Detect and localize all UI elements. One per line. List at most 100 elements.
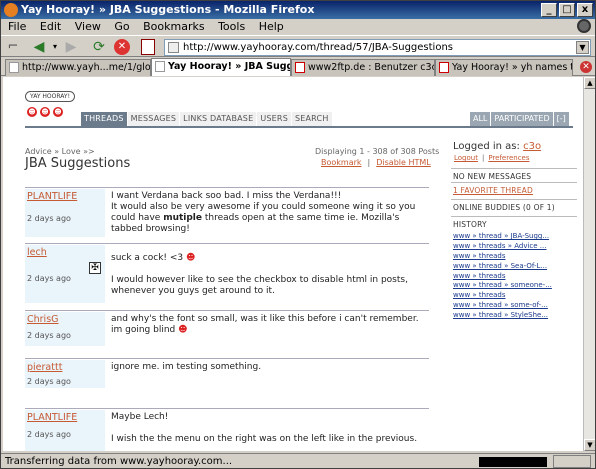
history-item[interactable]: www » threads [453, 291, 575, 301]
site-favicon-icon [168, 42, 179, 53]
url-bar[interactable]: http://www.yayhooray.com/thread/57/JBA-S… [164, 39, 591, 56]
new-tab-icon[interactable]: ⌐ [5, 39, 21, 55]
maximize-button[interactable]: □ [559, 3, 575, 17]
filter-all[interactable]: ALL [470, 112, 491, 126]
tab-label: www2ftp.de : Benutzer c3o verb... [308, 62, 434, 73]
page-icon [9, 62, 19, 73]
post-line: I would however like to see the checkbox… [111, 275, 408, 285]
avatar: ✠ [89, 262, 101, 274]
post-time: 2 days ago [27, 274, 71, 283]
post-author[interactable]: PLANTLIFE [27, 191, 77, 202]
history-item[interactable]: www » thread » someone-... [453, 281, 575, 291]
close-tab-icon[interactable]: ✕ [580, 61, 592, 73]
filter-participated[interactable]: PARTICIPATED [491, 112, 553, 126]
face-icon: ☻ [53, 107, 63, 117]
post-time: 2 days ago [27, 214, 71, 223]
post-line: Maybe Lech! [111, 412, 169, 422]
history-item[interactable]: www » thread » Sea-Of-L... [453, 262, 575, 272]
bookmark-link[interactable]: Bookmark [321, 158, 362, 167]
disable-html-link[interactable]: Disable HTML [376, 158, 430, 167]
stop-icon[interactable]: ✕ [114, 39, 130, 55]
page-icon [155, 61, 165, 72]
tab-yh-names[interactable]: Yay Hooray! » yh names to what... [435, 59, 573, 76]
url-text: http://www.yayhooray.com/thread/57/JBA-S… [183, 42, 453, 53]
post: pierattt 2 days ago ignore me. im testin… [25, 358, 429, 388]
history-item[interactable]: www » threads [453, 272, 575, 282]
tab-ftp[interactable]: www2ftp.de : Benutzer c3o verb... [291, 59, 435, 76]
tab-global-css[interactable]: http://www.yayh...me/1/global.css [5, 59, 151, 76]
post-line [111, 423, 427, 434]
vertical-scrollbar[interactable]: ▲ ▼ [583, 77, 595, 451]
close-button[interactable]: x [577, 3, 593, 17]
tab-bar: http://www.yayh...me/1/global.css Yay Ho… [1, 58, 595, 76]
nav-links-database[interactable]: LINKS DATABASE [180, 112, 257, 126]
throbber-icon [577, 19, 591, 33]
window-title: Yay Hooray! » JBA Suggestions - Mozilla … [21, 3, 315, 16]
post-time: 2 days ago [27, 377, 71, 386]
collapse-toggle[interactable]: [-] [553, 112, 569, 126]
username-link[interactable]: c3o [523, 141, 541, 152]
menu-edit[interactable]: Edit [40, 20, 61, 33]
status-cell [553, 455, 591, 468]
post-body: I want Verdana back soo bad. I miss the … [111, 191, 427, 235]
minimize-button[interactable]: _ [541, 3, 557, 17]
favorite-threads-link[interactable]: 1 FAVORITE THREAD [451, 182, 577, 198]
logout-link[interactable]: Logout [454, 154, 478, 162]
url-dropdown-icon[interactable]: ▼ [576, 41, 589, 54]
post-line: suck a cock! <3 ☻ [111, 253, 196, 263]
menu-tools[interactable]: Tools [218, 20, 245, 33]
post-author[interactable]: ChrisG [27, 314, 59, 325]
nav-search[interactable]: SEARCH [291, 112, 332, 126]
smiley-icon: ☻ [186, 253, 196, 263]
reload-icon[interactable]: ⟳ [91, 39, 107, 55]
page-icon [295, 62, 305, 73]
tab-jba-suggestions[interactable]: Yay Hooray! » JBA Suggestio... [151, 58, 291, 76]
menu-file[interactable]: File [8, 20, 26, 33]
tab-label: http://www.yayh...me/1/global.css [22, 62, 151, 73]
navigation-toolbar: ⌐ ◀ ▾ ▶ ⟳ ✕ http://www.yayhooray.com/thr… [1, 35, 595, 57]
post-line: im going blind ☻ [111, 325, 188, 335]
menu-view[interactable]: View [75, 20, 101, 33]
scroll-up-icon[interactable]: ▲ [584, 77, 595, 89]
history-item[interactable]: www » thread » some-of-... [453, 301, 575, 311]
post-time: 2 days ago [27, 331, 71, 340]
breadcrumb[interactable]: Advice » Love »> [25, 147, 95, 156]
status-bar: Transferring data from www.yayhooray.com… [1, 453, 595, 468]
back-icon[interactable]: ◀ [31, 39, 47, 55]
back-dropdown-icon[interactable]: ▾ [47, 39, 63, 55]
nav-threads[interactable]: THREADS [81, 112, 127, 126]
history-item[interactable]: www » thread » JBA-Sugg... [453, 232, 575, 242]
menu-bookmarks[interactable]: Bookmarks [143, 20, 204, 33]
browser-window: Yay Hooray! » JBA Suggestions - Mozilla … [0, 0, 596, 469]
history-item[interactable]: www » thread » StyleShe... [453, 311, 575, 321]
nav-messages[interactable]: MESSAGES [127, 112, 180, 126]
post-time: 2 days ago [27, 430, 71, 439]
logged-in-as: Logged in as: c3o [453, 141, 542, 152]
face-icon: ☻ [40, 107, 50, 117]
history-item[interactable]: www » threads [453, 252, 575, 262]
post: lech ✠ 2 days ago suck a cock! <3 ☻ I wo… [25, 243, 429, 303]
post-line: whenever you guys get around to it. [111, 286, 275, 296]
menu-help[interactable]: Help [259, 20, 284, 33]
post-line: and why's the font so small, was it like… [111, 314, 419, 324]
scroll-down-icon[interactable]: ▼ [584, 439, 595, 451]
online-buddies[interactable]: ONLINE BUDDIES (0 OF 1) [451, 199, 577, 215]
post-author[interactable]: PLANTLIFE [27, 412, 77, 423]
preferences-link[interactable]: Preferences [488, 154, 529, 162]
site-logo[interactable]: YAY HOORAY! [25, 91, 76, 102]
smiley-icon: ☻ [178, 325, 188, 335]
nav-users[interactable]: USERS [257, 112, 291, 126]
tab-label: Yay Hooray! » JBA Suggestio... [168, 61, 290, 72]
post-author[interactable]: lech [27, 247, 47, 258]
post-author[interactable]: pierattt [27, 362, 62, 373]
post-line: I want Verdana back soo bad. I miss the … [111, 191, 342, 201]
post-body: suck a cock! <3 ☻ I would however like t… [111, 253, 427, 297]
post: ChrisG 2 days ago and why's the font so … [25, 310, 429, 346]
page-title: JBA Suggestions [25, 156, 131, 171]
post-line: could have mutiple threads open at the s… [111, 213, 400, 223]
tab-label: Yay Hooray! » yh names to what... [452, 62, 572, 73]
forward-icon[interactable]: ▶ [63, 39, 79, 55]
account-links: Logout | Preferences [454, 154, 530, 162]
menu-go[interactable]: Go [114, 20, 129, 33]
history-item[interactable]: www » threads » Advice ... [453, 242, 575, 252]
